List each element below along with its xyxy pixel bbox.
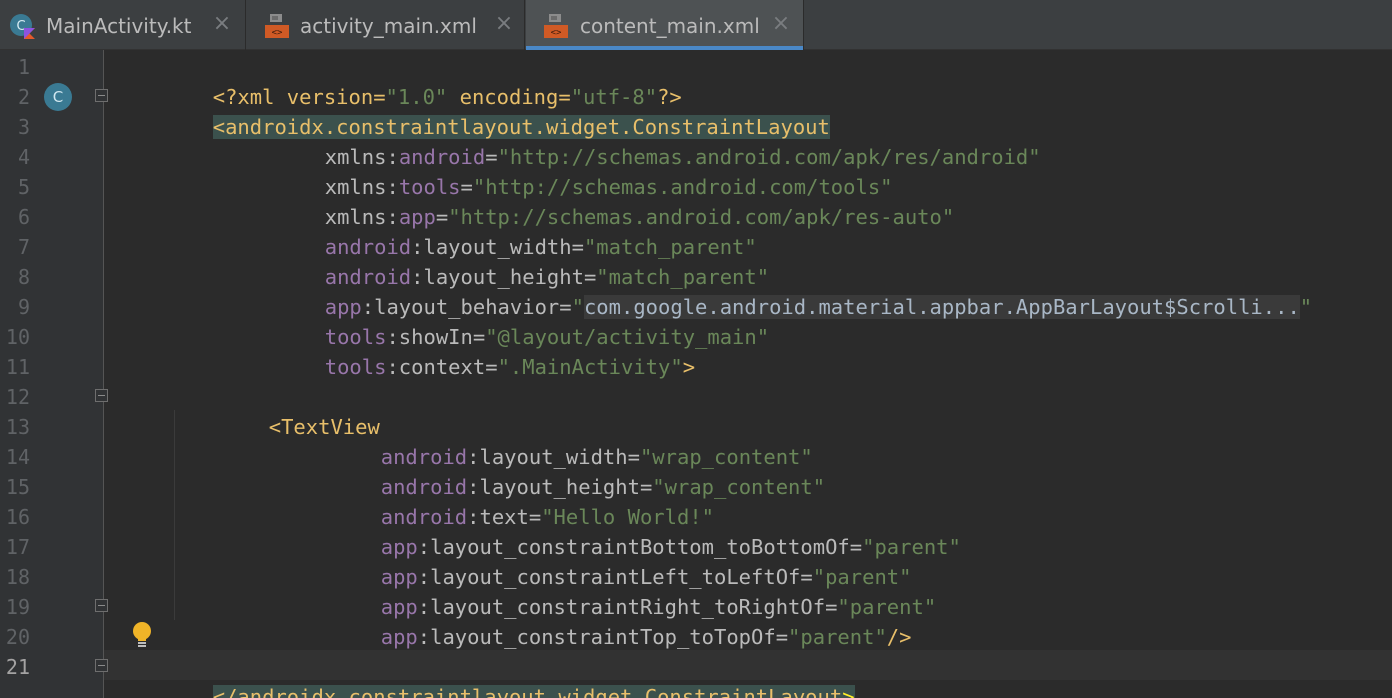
ide-window: C MainActivity.kt × <> activity_main.xml…: [0, 0, 1392, 698]
code-line: <androidx.constraintlayout.widget.Constr…: [114, 82, 830, 139]
line-number: 15: [5, 475, 30, 499]
line-number: 2: [17, 85, 30, 109]
fold-toggle-icon[interactable]: [95, 599, 108, 612]
svg-text:<>: <>: [551, 28, 562, 38]
close-tab-icon[interactable]: ×: [493, 13, 515, 35]
code-line: android:text="Hello World!": [380, 505, 715, 529]
code-line: xmlns:android="http://schemas.android.co…: [324, 145, 1041, 169]
line-number: 7: [17, 235, 30, 259]
code-line: android:layout_width="wrap_content": [380, 445, 813, 469]
line-number: 18: [5, 565, 30, 589]
tab-content-main-xml[interactable]: <> content_main.xml ×: [526, 0, 804, 50]
line-number: 12: [5, 385, 30, 409]
code-line: <TextView: [268, 415, 380, 439]
tab-mainactivity-kt[interactable]: C MainActivity.kt ×: [0, 0, 246, 50]
line-number: 16: [5, 505, 30, 529]
line-number: 13: [5, 415, 30, 439]
close-tab-icon[interactable]: ×: [211, 13, 233, 35]
code-line: tools:context=".MainActivity">: [324, 355, 696, 379]
code-line: app:layout_constraintTop_toTopOf="parent…: [380, 625, 912, 649]
code-line: app:layout_constraintLeft_toLeftOf="pare…: [380, 565, 912, 589]
kotlin-class-icon: C: [10, 14, 35, 39]
editor-tab-bar: C MainActivity.kt × <> activity_main.xml…: [0, 0, 1392, 50]
code-line: tools:showIn="@layout/activity_main": [324, 325, 770, 349]
line-number: 6: [17, 205, 30, 229]
code-line: app:layout_constraintBottom_toBottomOf="…: [380, 535, 961, 559]
tab-activity-main-xml[interactable]: <> activity_main.xml ×: [247, 0, 525, 50]
line-number: 14: [5, 445, 30, 469]
code-editor[interactable]: 1 2 3 4 5 6 7 8 9 10 11 12 13 14 15 16 1…: [0, 50, 1392, 698]
svg-text:<>: <>: [272, 28, 283, 38]
line-number: 11: [5, 355, 30, 379]
fold-toggle-icon[interactable]: [95, 659, 108, 672]
tab-label: MainActivity.kt: [46, 14, 192, 38]
code-line: </androidx.constraintlayout.widget.Const…: [114, 652, 855, 698]
code-line: app:layout_constraintRight_toRightOf="pa…: [380, 595, 937, 619]
code-line: <?xml version="1.0" encoding="utf-8"?>: [212, 85, 682, 109]
fold-toggle-icon[interactable]: [95, 389, 108, 402]
line-number: 8: [17, 265, 30, 289]
fold-toggle-icon[interactable]: [95, 89, 108, 102]
lightbulb-icon[interactable]: [129, 620, 155, 650]
line-number: 1: [17, 55, 30, 79]
matched-tag: </androidx.constraintlayout.widget.Const…: [212, 685, 843, 698]
code-line: android:layout_width="match_parent": [324, 235, 757, 259]
tab-label: content_main.xml: [580, 14, 760, 38]
code-line: xmlns:tools="http://schemas.android.com/…: [324, 175, 893, 199]
line-number: 19: [5, 595, 30, 619]
line-number: 20: [5, 625, 30, 649]
code-line: xmlns:app="http://schemas.android.com/ap…: [324, 205, 955, 229]
line-number: 10: [5, 325, 30, 349]
line-number: 9: [17, 295, 30, 319]
line-number: 17: [5, 535, 30, 559]
close-tab-icon[interactable]: ×: [770, 13, 792, 35]
code-line: app:layout_behavior="com.google.android.…: [324, 295, 1313, 319]
line-number-current: 21: [5, 655, 30, 679]
class-reference-icon[interactable]: C: [44, 83, 72, 111]
line-number: 4: [17, 145, 30, 169]
layout-xml-icon: <>: [544, 14, 568, 38]
line-number: 5: [17, 175, 30, 199]
line-number: 3: [17, 115, 30, 139]
layout-xml-icon: <>: [265, 14, 289, 38]
code-line: android:layout_height="wrap_content": [380, 475, 826, 499]
tab-label: activity_main.xml: [300, 14, 477, 38]
code-line: android:layout_height="match_parent": [324, 265, 770, 289]
